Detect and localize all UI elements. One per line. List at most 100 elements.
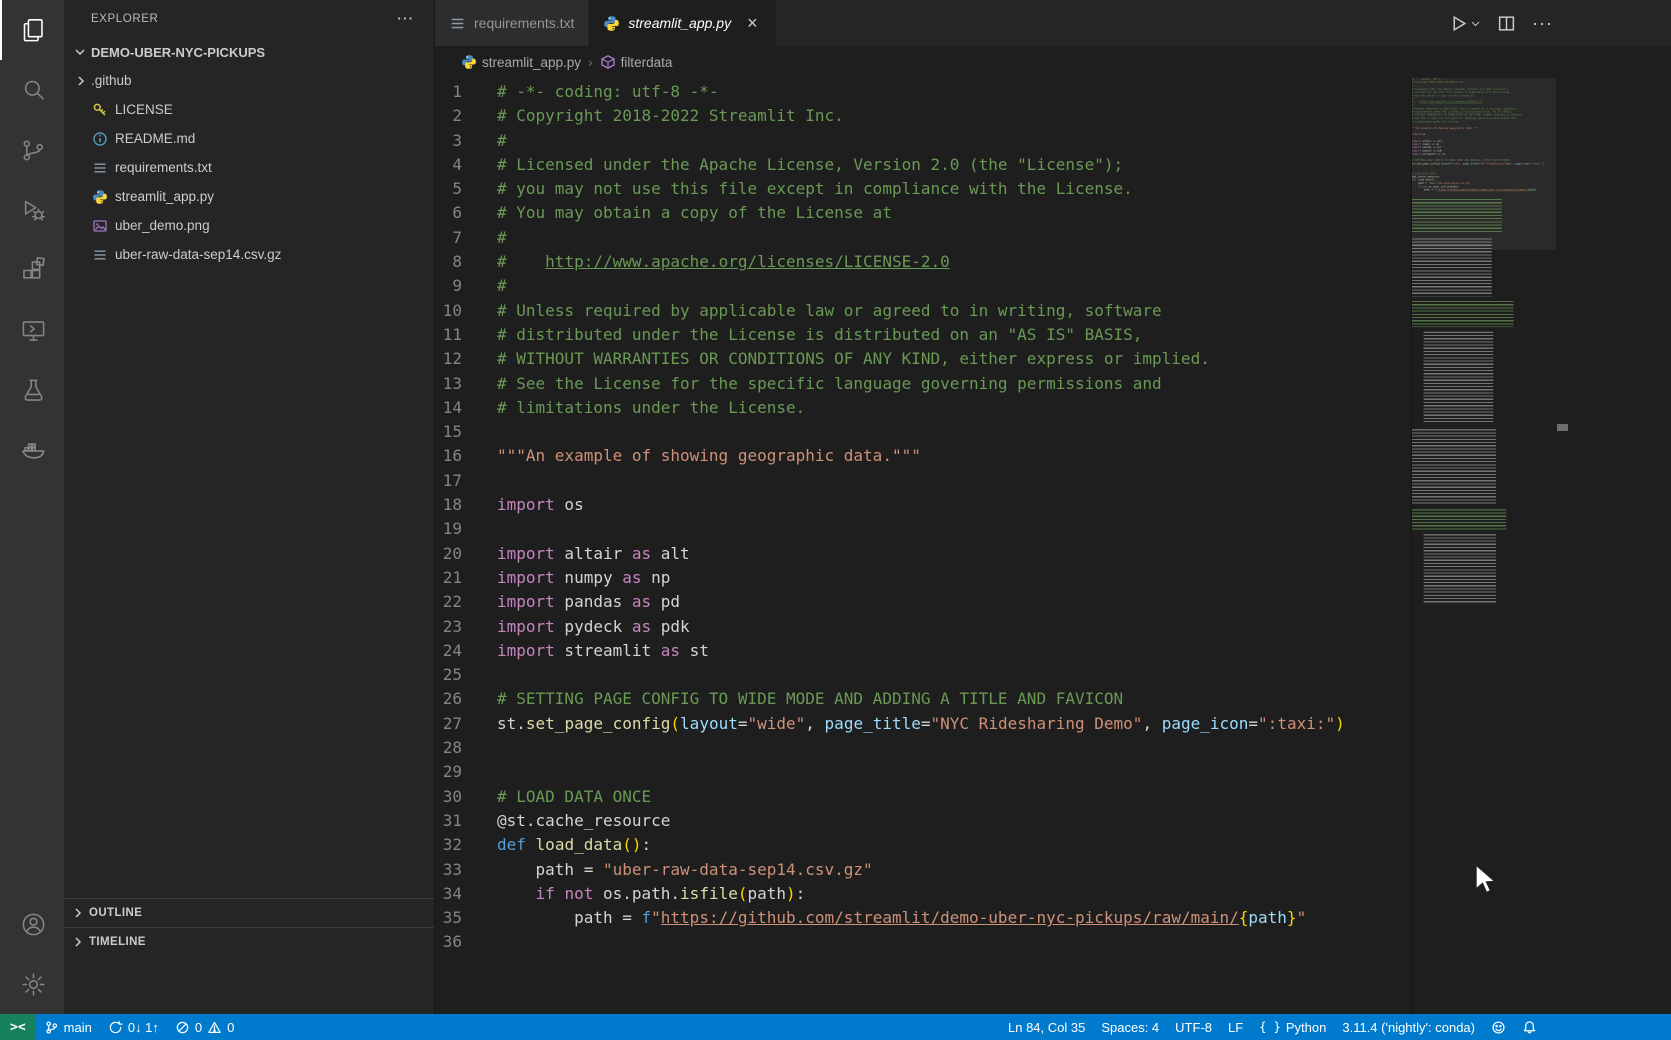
line-number[interactable]: 3 xyxy=(435,129,497,153)
python-interpreter[interactable]: 3.11.4 ('nightly': conda) xyxy=(1334,1014,1483,1040)
list-file-icon xyxy=(92,247,108,263)
file-uber-demo-png[interactable]: uber_demo.png xyxy=(64,211,434,240)
gear-icon xyxy=(20,971,47,998)
line-number[interactable]: 16 xyxy=(435,444,497,468)
tab-streamlit-app-py[interactable]: streamlit_app.py× xyxy=(589,0,776,46)
activity-run-debug-button[interactable] xyxy=(0,180,64,240)
line-number[interactable]: 17 xyxy=(435,469,497,493)
notifications-button[interactable] xyxy=(1514,1014,1545,1040)
file-label: LICENSE xyxy=(115,102,173,117)
language-mode[interactable]: { } Python xyxy=(1251,1014,1334,1040)
tab-requirements-txt[interactable]: requirements.txt xyxy=(435,0,589,46)
line-number[interactable]: 31 xyxy=(435,809,497,833)
line-number[interactable]: 1 xyxy=(435,80,497,104)
encoding-setting[interactable]: UTF-8 xyxy=(1167,1014,1220,1040)
line-number[interactable]: 27 xyxy=(435,712,497,736)
line-number[interactable]: 26 xyxy=(435,687,497,711)
python-icon xyxy=(92,189,108,205)
line-number[interactable]: 22 xyxy=(435,590,497,614)
warning-count: 0 xyxy=(227,1020,234,1035)
line-number[interactable]: 13 xyxy=(435,372,497,396)
chevron-right-icon xyxy=(70,905,86,921)
activity-docker-button[interactable] xyxy=(0,420,64,480)
outline-label: OUTLINE xyxy=(89,907,142,919)
activity-search-button[interactable] xyxy=(0,60,64,120)
activity-testing-button[interactable] xyxy=(0,360,64,420)
explorer-sidebar: EXPLORER ⋯ DEMO-UBER-NYC-PICKUPS .github… xyxy=(64,0,435,1014)
breadcrumb: streamlit_app.py›filterdata xyxy=(435,46,1671,78)
line-number[interactable]: 20 xyxy=(435,542,497,566)
line-number[interactable]: 6 xyxy=(435,201,497,225)
line-number[interactable]: 35 xyxy=(435,906,497,930)
activity-settings-button[interactable] xyxy=(0,954,64,1014)
line-number[interactable]: 8 xyxy=(435,250,497,274)
file-streamlit-app-py[interactable]: streamlit_app.py xyxy=(64,182,434,211)
line-number[interactable]: 7 xyxy=(435,226,497,250)
activity-accounts-button[interactable] xyxy=(0,894,64,954)
overview-ruler[interactable] xyxy=(1556,78,1570,1014)
file-list: .github LICENSE README.md requirements.txts… xyxy=(64,66,434,269)
line-number[interactable]: 32 xyxy=(435,833,497,857)
breadcrumb-label: filterdata xyxy=(621,55,673,70)
close-tab-icon[interactable]: × xyxy=(743,13,762,33)
line-number[interactable]: 5 xyxy=(435,177,497,201)
run-python-file-button[interactable] xyxy=(1449,14,1481,33)
file-readme-md[interactable]: README.md xyxy=(64,124,434,153)
list-file-icon xyxy=(449,15,466,32)
line-number[interactable]: 24 xyxy=(435,639,497,663)
line-number[interactable]: 15 xyxy=(435,420,497,444)
breadcrumb-streamlit-app-py[interactable]: streamlit_app.py xyxy=(461,54,581,70)
eol-setting[interactable]: LF xyxy=(1220,1014,1251,1040)
breadcrumb-filterdata[interactable]: filterdata xyxy=(600,54,673,70)
sync-counts: 0↓ 1↑ xyxy=(128,1020,159,1035)
root-folder-row[interactable]: DEMO-UBER-NYC-PICKUPS xyxy=(64,38,434,66)
minimap-code: # -*- coding: utf-8 -*-# Copyright 2018-… xyxy=(1412,78,1556,195)
line-number[interactable]: 12 xyxy=(435,347,497,371)
feedback-button[interactable] xyxy=(1483,1014,1514,1040)
line-number[interactable]: 11 xyxy=(435,323,497,347)
line-number[interactable]: 14 xyxy=(435,396,497,420)
activity-bar xyxy=(0,0,64,1014)
line-number[interactable]: 33 xyxy=(435,858,497,882)
timeline-section-header[interactable]: TIMELINE xyxy=(64,927,434,956)
editor-group: requirements.txtstreamlit_app.py× ··· st… xyxy=(435,0,1671,1014)
remote-indicator[interactable]: >< xyxy=(0,1014,36,1040)
file-label: uber-raw-data-sep14.csv.gz xyxy=(115,247,281,262)
activity-extensions-button[interactable] xyxy=(0,240,64,300)
branch-indicator[interactable]: main xyxy=(36,1014,100,1040)
file-requirements-txt[interactable]: requirements.txt xyxy=(64,153,434,182)
remote-explorer-icon xyxy=(20,317,47,344)
line-number[interactable]: 34 xyxy=(435,882,497,906)
minimap[interactable]: # -*- coding: utf-8 -*-# Copyright 2018-… xyxy=(1411,78,1556,1014)
line-number[interactable]: 4 xyxy=(435,153,497,177)
outline-section-header[interactable]: OUTLINE xyxy=(64,898,434,927)
more-actions-icon[interactable]: ··· xyxy=(1532,13,1553,34)
cursor-position[interactable]: Ln 84, Col 35 xyxy=(1000,1014,1093,1040)
file-label: README.md xyxy=(115,131,195,146)
line-number[interactable]: 18 xyxy=(435,493,497,517)
line-number[interactable]: 28 xyxy=(435,736,497,760)
cursor-position-marker xyxy=(1557,424,1568,431)
line-number[interactable]: 23 xyxy=(435,615,497,639)
file-uber-raw-data-sep14-csv-gz[interactable]: uber-raw-data-sep14.csv.gz xyxy=(64,240,434,269)
file-license[interactable]: LICENSE xyxy=(64,95,434,124)
activity-remote-explorer-button[interactable] xyxy=(0,300,64,360)
sync-changes-indicator[interactable]: 0↓ 1↑ xyxy=(100,1014,167,1040)
line-number[interactable]: 29 xyxy=(435,760,497,784)
indentation-setting[interactable]: Spaces: 4 xyxy=(1093,1014,1167,1040)
line-number[interactable]: 2 xyxy=(435,104,497,128)
activity-source-control-button[interactable] xyxy=(0,120,64,180)
folder-github[interactable]: .github xyxy=(64,66,434,95)
line-number[interactable]: 19 xyxy=(435,517,497,541)
source-control-icon xyxy=(20,137,47,164)
activity-explorer-button[interactable] xyxy=(0,0,64,60)
line-number[interactable]: 36 xyxy=(435,930,497,954)
line-number[interactable]: 25 xyxy=(435,663,497,687)
line-number[interactable]: 21 xyxy=(435,566,497,590)
problems-indicator[interactable]: 0 0 xyxy=(167,1014,242,1040)
line-number[interactable]: 10 xyxy=(435,299,497,323)
line-number[interactable]: 9 xyxy=(435,274,497,298)
explorer-more-actions-icon[interactable]: ⋯ xyxy=(390,9,420,29)
split-editor-icon[interactable] xyxy=(1497,14,1516,33)
line-number[interactable]: 30 xyxy=(435,785,497,809)
